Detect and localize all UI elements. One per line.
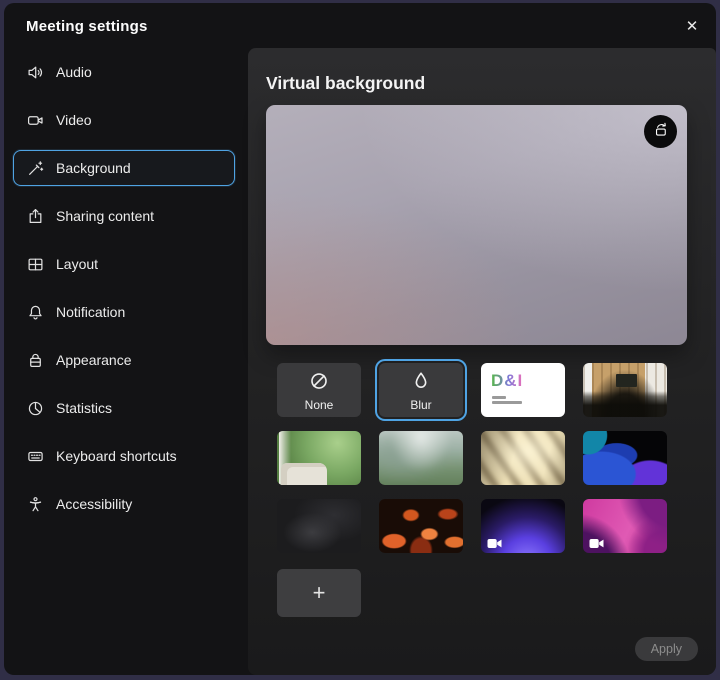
blur-drop-icon bbox=[379, 371, 463, 391]
sidebar-item-label: Video bbox=[56, 112, 92, 128]
background-option-purple-video[interactable] bbox=[481, 499, 565, 553]
dni-logo-text: D&I bbox=[491, 371, 523, 391]
sidebar-item-appearance[interactable]: Appearance bbox=[13, 342, 235, 378]
background-option-pink-video[interactable] bbox=[583, 499, 667, 553]
flip-camera-button[interactable] bbox=[644, 115, 677, 148]
background-option-dark-swirl[interactable] bbox=[277, 499, 361, 553]
video-camera-icon bbox=[26, 111, 44, 129]
tile-label: Blur bbox=[379, 398, 463, 412]
grid-icon bbox=[26, 255, 44, 273]
settings-sidebar: Audio Video Background Sharing content bbox=[4, 48, 248, 675]
sidebar-item-label: Notification bbox=[56, 304, 125, 320]
plus-icon: + bbox=[313, 580, 326, 606]
magic-wand-icon bbox=[26, 159, 44, 177]
dialog-title: Meeting settings bbox=[26, 18, 148, 35]
pie-chart-icon bbox=[26, 399, 44, 417]
sidebar-item-keyboard-shortcuts[interactable]: Keyboard shortcuts bbox=[13, 438, 235, 474]
settings-nav: Audio Video Background Sharing content bbox=[13, 54, 235, 534]
background-option-living-room[interactable] bbox=[277, 431, 361, 485]
sidebar-item-label: Statistics bbox=[56, 400, 112, 416]
background-options-grid: None Blur D&I bbox=[277, 363, 667, 553]
sidebar-item-video[interactable]: Video bbox=[13, 102, 235, 138]
speaker-icon bbox=[26, 63, 44, 81]
sidebar-item-audio[interactable]: Audio bbox=[13, 54, 235, 90]
background-option-office-room[interactable] bbox=[583, 363, 667, 417]
sidebar-item-label: Layout bbox=[56, 256, 98, 272]
background-option-dni-logo[interactable]: D&I bbox=[481, 363, 565, 417]
background-option-lava-texture[interactable] bbox=[379, 499, 463, 553]
add-background-button[interactable]: + bbox=[277, 569, 361, 617]
sidebar-item-label: Sharing content bbox=[56, 208, 154, 224]
meeting-settings-dialog: Meeting settings ✕ Audio Video Backgr bbox=[4, 3, 716, 675]
dni-tagline-line bbox=[492, 396, 506, 399]
window-light-art bbox=[481, 431, 565, 485]
share-icon bbox=[26, 207, 44, 225]
sidebar-item-label: Accessibility bbox=[56, 496, 132, 512]
bell-icon bbox=[26, 303, 44, 321]
background-option-window-light[interactable] bbox=[481, 431, 565, 485]
video-camera-badge-icon bbox=[487, 536, 502, 547]
flip-camera-icon bbox=[651, 120, 670, 144]
sidebar-item-label: Audio bbox=[56, 64, 92, 80]
paint-bucket-icon bbox=[26, 351, 44, 369]
background-option-blurred-mountains[interactable] bbox=[379, 431, 463, 485]
blurred-mountains-art bbox=[379, 431, 463, 485]
background-option-blur[interactable]: Blur bbox=[379, 363, 463, 417]
tile-label: None bbox=[277, 398, 361, 412]
sidebar-item-label: Keyboard shortcuts bbox=[56, 448, 177, 464]
no-background-icon bbox=[277, 371, 361, 391]
sidebar-item-accessibility[interactable]: Accessibility bbox=[13, 486, 235, 522]
dni-tagline-line bbox=[492, 401, 522, 404]
sidebar-item-label: Appearance bbox=[56, 352, 132, 368]
sidebar-item-label: Background bbox=[56, 160, 131, 176]
background-option-none[interactable]: None bbox=[277, 363, 361, 417]
close-icon[interactable]: ✕ bbox=[680, 14, 704, 38]
background-option-abstract-blue[interactable] bbox=[583, 431, 667, 485]
sidebar-item-statistics[interactable]: Statistics bbox=[13, 390, 235, 426]
camera-preview bbox=[266, 105, 687, 345]
panel-heading: Virtual background bbox=[266, 73, 425, 94]
accessibility-icon bbox=[26, 495, 44, 513]
video-camera-badge-icon bbox=[589, 536, 604, 547]
sidebar-item-background[interactable]: Background bbox=[13, 150, 235, 186]
apply-button[interactable]: Apply bbox=[635, 637, 698, 661]
sidebar-item-layout[interactable]: Layout bbox=[13, 246, 235, 282]
sidebar-item-notification[interactable]: Notification bbox=[13, 294, 235, 330]
virtual-background-panel: Virtual background None Blur bbox=[248, 48, 716, 675]
keyboard-icon bbox=[26, 447, 44, 465]
sidebar-item-sharing-content[interactable]: Sharing content bbox=[13, 198, 235, 234]
